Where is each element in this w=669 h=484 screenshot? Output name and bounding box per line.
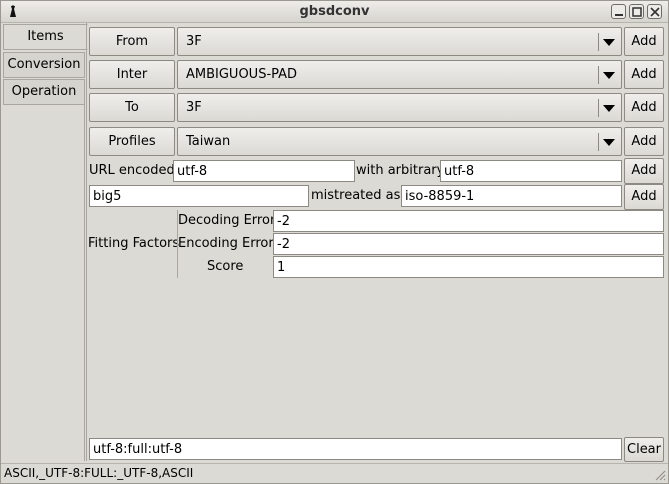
- inter-combo[interactable]: AMBIGUOUS-PAD: [177, 60, 622, 89]
- to-combo[interactable]: 3F: [177, 93, 622, 122]
- decoding-error-input[interactable]: [273, 210, 664, 232]
- maximize-icon: [632, 7, 642, 17]
- tab-operation[interactable]: Operation: [3, 79, 85, 105]
- title-bar[interactable]: gbsdconv: [1, 1, 668, 23]
- tab-items[interactable]: Items: [3, 24, 88, 50]
- inter-label-button[interactable]: Inter: [89, 60, 175, 89]
- url-encoded-add-button[interactable]: Add: [624, 158, 664, 184]
- close-icon: [650, 7, 660, 17]
- tab-strip-fill: [3, 105, 85, 461]
- window-title: gbsdconv: [299, 4, 370, 19]
- encoding-error-label: Encoding Error: [178, 236, 274, 251]
- inter-add-button[interactable]: Add: [624, 60, 664, 89]
- mistreated-as-label: mistreated as: [311, 188, 401, 203]
- from-add-button[interactable]: Add: [624, 27, 664, 56]
- url-encoded-input[interactable]: [173, 160, 355, 182]
- url-encoded-label: URL encoded: [89, 163, 175, 178]
- chevron-down-icon: [603, 105, 615, 112]
- mistreated-source-input[interactable]: [89, 185, 309, 207]
- fitting-factors-label: Fitting Factors: [88, 236, 180, 251]
- status-bar: ASCII,_UTF-8:FULL:_UTF-8,ASCII: [1, 463, 668, 483]
- minimize-icon: [615, 14, 623, 16]
- score-label: Score: [207, 259, 244, 274]
- with-arbitrary-label: with arbitrary: [356, 163, 445, 178]
- app-window: gbsdconv Items Conversion Operation From…: [0, 0, 669, 484]
- chevron-down-icon: [603, 72, 615, 79]
- from-combo-value: 3F: [186, 34, 202, 49]
- to-add-button[interactable]: Add: [624, 93, 664, 122]
- command-input[interactable]: [89, 438, 622, 460]
- minimize-button[interactable]: [611, 4, 626, 19]
- status-text: ASCII,_UTF-8:FULL:_UTF-8,ASCII: [4, 466, 194, 480]
- score-input[interactable]: [273, 256, 664, 278]
- encoding-error-input[interactable]: [273, 233, 664, 255]
- from-combo[interactable]: 3F: [177, 27, 622, 56]
- combo-separator: [598, 133, 599, 151]
- mistreated-target-input[interactable]: [401, 185, 622, 207]
- decoding-error-label: Decoding Error: [178, 213, 276, 228]
- combo-separator: [598, 66, 599, 84]
- close-button[interactable]: [647, 4, 662, 19]
- mistreated-add-button[interactable]: Add: [624, 184, 664, 210]
- chevron-down-icon: [603, 139, 615, 146]
- inter-combo-value: AMBIGUOUS-PAD: [186, 67, 298, 82]
- chevron-down-icon: [603, 39, 615, 46]
- arbitrary-encoding-input[interactable]: [440, 160, 622, 182]
- tab-conversion[interactable]: Conversion: [3, 52, 85, 78]
- combo-separator: [598, 99, 599, 117]
- combo-separator: [598, 33, 599, 51]
- profiles-add-button[interactable]: Add: [624, 127, 664, 156]
- from-label-button[interactable]: From: [89, 27, 175, 56]
- maximize-button[interactable]: [629, 4, 644, 19]
- profiles-label-button[interactable]: Profiles: [89, 127, 175, 156]
- to-combo-value: 3F: [186, 100, 202, 115]
- resize-grip-icon[interactable]: [654, 469, 666, 481]
- profiles-combo-value: Taiwan: [186, 134, 231, 149]
- to-label-button[interactable]: To: [89, 93, 175, 122]
- profiles-combo[interactable]: Taiwan: [177, 127, 622, 156]
- clear-button[interactable]: Clear: [624, 437, 664, 462]
